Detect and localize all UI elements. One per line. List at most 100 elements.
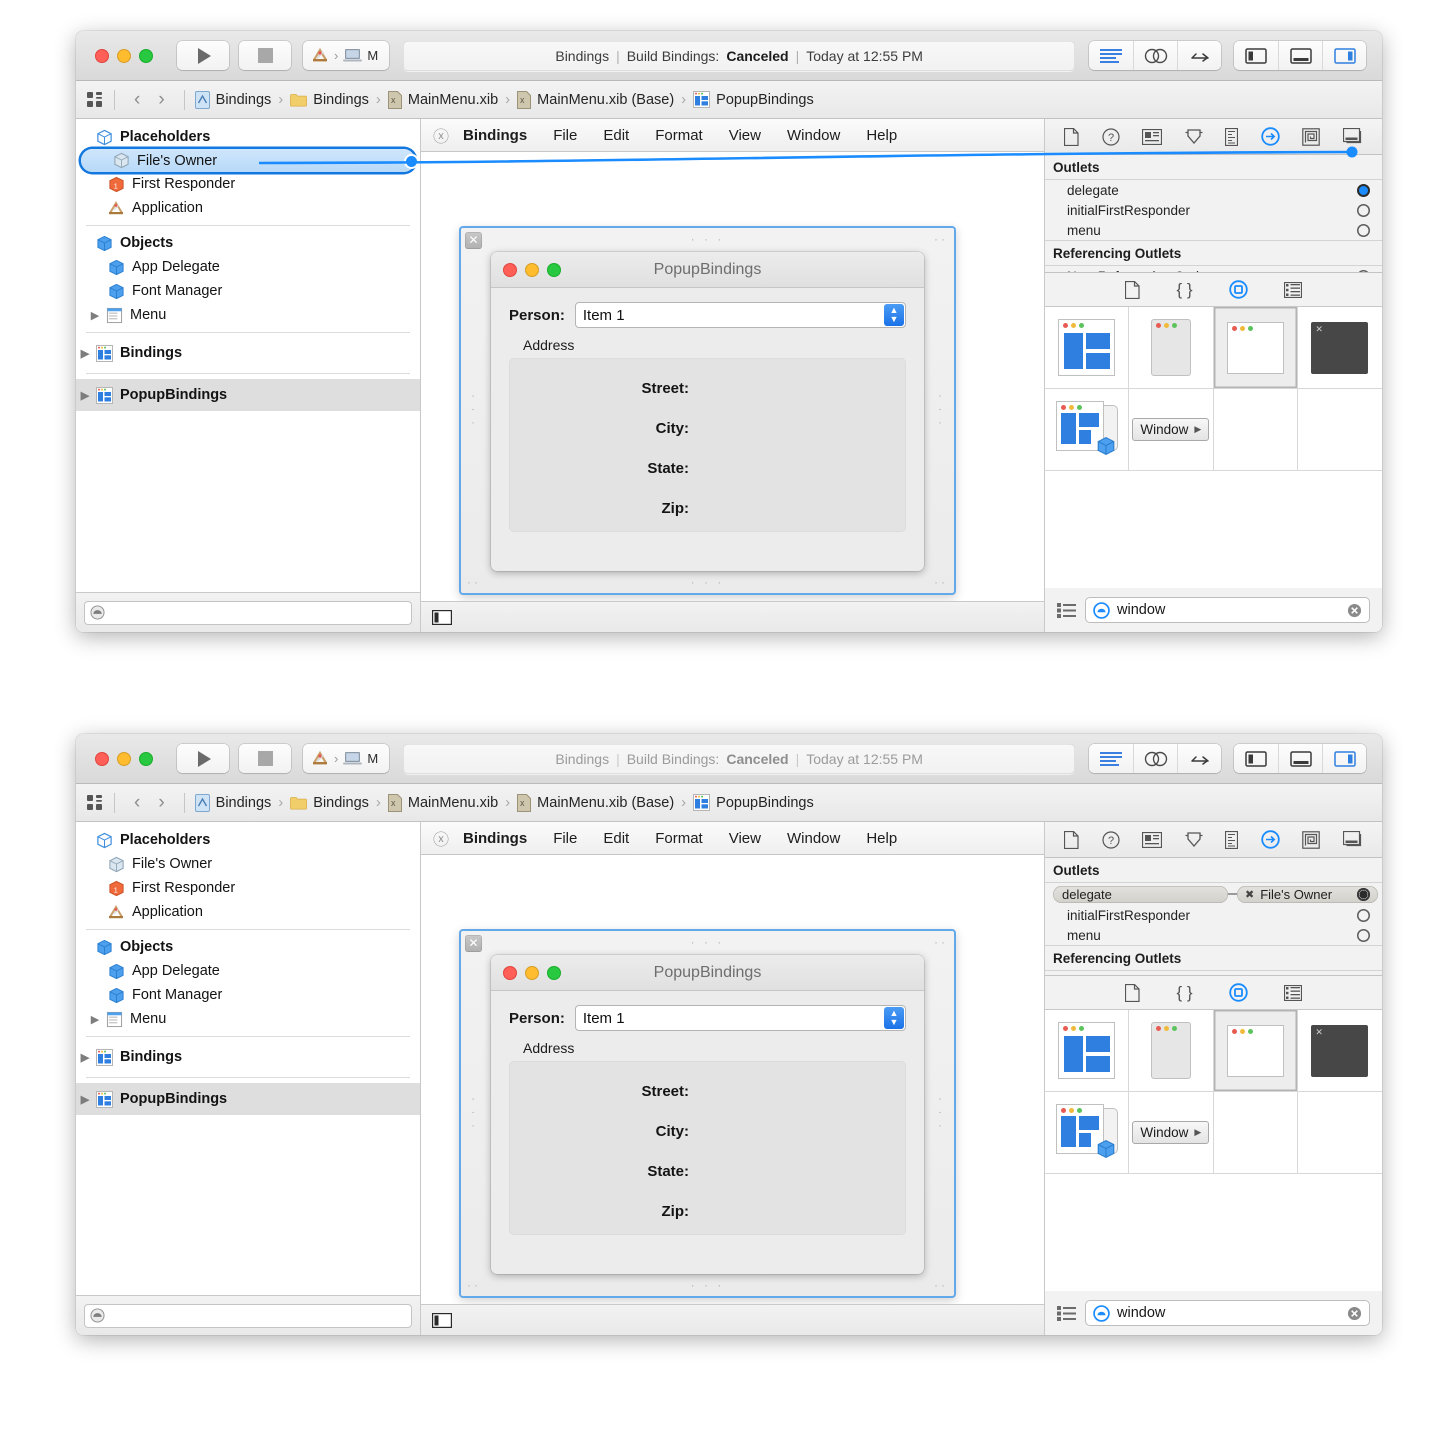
outline-item-files-owner[interactable]: File's Owner xyxy=(81,149,417,172)
outline-item-menu[interactable]: ▶ Menu xyxy=(76,1007,420,1031)
related-items-icon[interactable] xyxy=(86,91,104,109)
library-item-window[interactable] xyxy=(1213,307,1298,389)
outline-item-font-manager[interactable]: Font Manager xyxy=(76,279,420,303)
outline-item-bindings-scene[interactable]: ▶ Bindings xyxy=(76,338,420,368)
person-popup-button[interactable]: Item 1 ▲ ▼ xyxy=(574,1005,906,1031)
outline-item-popupbindings-scene[interactable]: ▶ PopupBindings xyxy=(76,379,420,411)
nswindow-preview[interactable]: PopupBindings Person: Item 1 ▲▼ Address xyxy=(491,955,924,1274)
object-library-icon[interactable] xyxy=(1228,280,1248,299)
library-item-view-controller[interactable] xyxy=(1045,307,1130,389)
media-library-icon[interactable] xyxy=(1283,281,1302,298)
standard-editor-button[interactable] xyxy=(1089,744,1133,773)
outline-item-app-delegate[interactable]: App Delegate xyxy=(76,255,420,279)
breadcrumb-item-xib[interactable]: x MainMenu.xib xyxy=(387,90,498,109)
size-inspector-icon[interactable] xyxy=(1225,127,1239,146)
menu-item-file[interactable]: File xyxy=(553,830,577,847)
outlet-name-pill[interactable]: delegate xyxy=(1053,885,1228,903)
assistant-editor-button[interactable] xyxy=(1133,744,1177,773)
file-inspector-icon[interactable] xyxy=(1064,830,1079,849)
nav-forward-button[interactable]: › xyxy=(149,792,173,814)
assistant-editor-button[interactable] xyxy=(1133,41,1177,70)
size-inspector-icon[interactable] xyxy=(1225,830,1239,849)
outline-item-font-manager[interactable]: Font Manager xyxy=(76,983,420,1007)
identity-inspector-icon[interactable] xyxy=(1142,831,1163,848)
canvas-object-close-icon[interactable]: ✕ xyxy=(465,935,482,952)
disclosure-triangle-icon[interactable]: ▶ xyxy=(76,1093,94,1106)
outline-item-application[interactable]: Application xyxy=(76,900,420,924)
connection-well[interactable] xyxy=(1357,183,1370,197)
breadcrumb-item-object[interactable]: PopupBindings xyxy=(693,91,814,108)
outline-item-menu[interactable]: ▶ Menu xyxy=(76,303,420,327)
list-view-icon[interactable] xyxy=(1057,602,1076,619)
menu-item-bindings[interactable]: Bindings xyxy=(463,830,527,847)
toggle-utilities-button[interactable] xyxy=(1322,744,1366,773)
library-search-field[interactable]: window xyxy=(1085,597,1370,623)
outline-item-files-owner[interactable]: File's Owner xyxy=(76,852,420,876)
object-library-icon[interactable] xyxy=(1228,983,1248,1002)
canvas-surface[interactable]: ✕ · · · · · · · · · · · · ·· ·· ·· Popup… xyxy=(421,152,1044,601)
disclosure-triangle-icon[interactable]: ▶ xyxy=(86,309,104,322)
outline-item-first-responder[interactable]: 1 First Responder xyxy=(76,172,420,196)
toggle-navigator-button[interactable] xyxy=(1234,41,1278,70)
toggle-navigator-button[interactable] xyxy=(1234,744,1278,773)
toggle-debug-button[interactable] xyxy=(1278,744,1322,773)
library-item-window-controller[interactable] xyxy=(1045,1092,1130,1174)
identity-inspector-icon[interactable] xyxy=(1142,128,1163,145)
connection-drag-handle[interactable] xyxy=(406,156,417,167)
clear-search-icon[interactable] xyxy=(1347,1306,1362,1321)
disclosure-triangle-icon[interactable]: ▶ xyxy=(76,389,94,402)
outlet-row-initialFirstResponder[interactable]: initialFirstResponder xyxy=(1045,200,1382,220)
outlet-disconnect-icon[interactable]: ✖ xyxy=(1245,888,1254,901)
breadcrumb-item-project[interactable]: Bindings xyxy=(194,90,271,109)
menu-item-view[interactable]: View xyxy=(729,127,761,144)
quick-help-icon[interactable]: ? xyxy=(1102,830,1120,849)
library-item-view-controller[interactable] xyxy=(1045,1010,1130,1092)
library-item-panel[interactable] xyxy=(1129,1010,1214,1092)
version-editor-button[interactable] xyxy=(1177,41,1221,70)
code-snippet-library-icon[interactable]: { } xyxy=(1176,983,1192,1003)
library-item-window-menu[interactable]: Window ▶ xyxy=(1129,389,1214,471)
bindings-inspector-icon[interactable] xyxy=(1302,127,1321,146)
outlet-row-menu[interactable]: menu xyxy=(1045,220,1382,240)
canvas-close-icon[interactable]: ⓧ xyxy=(433,123,449,147)
media-library-icon[interactable] xyxy=(1283,984,1302,1001)
close-button[interactable] xyxy=(95,751,109,766)
menu-item-format[interactable]: Format xyxy=(655,830,703,847)
breadcrumb-item-folder[interactable]: Bindings xyxy=(290,795,369,811)
disclosure-triangle-icon[interactable]: ▶ xyxy=(86,1013,104,1026)
clear-search-icon[interactable] xyxy=(1347,603,1362,618)
connection-well[interactable] xyxy=(1357,887,1370,901)
list-view-icon[interactable] xyxy=(1057,1305,1076,1322)
library-item-window-controller[interactable] xyxy=(1045,389,1130,471)
bindings-inspector-icon[interactable] xyxy=(1302,830,1321,849)
breadcrumb-item-xib-base[interactable]: x MainMenu.xib (Base) xyxy=(517,90,674,109)
library-search-field[interactable]: window xyxy=(1085,1300,1370,1326)
connection-well[interactable] xyxy=(1357,909,1370,922)
version-editor-button[interactable] xyxy=(1177,744,1221,773)
outlet-row-menu[interactable]: menu xyxy=(1045,925,1382,945)
outline-filter-field[interactable] xyxy=(84,1303,412,1328)
canvas-surface[interactable]: ✕ · · · · · · · · · · · · ·· ·· ·· Popup… xyxy=(421,855,1044,1304)
quick-help-icon[interactable]: ? xyxy=(1102,127,1120,146)
document-outline-toggle-icon[interactable] xyxy=(432,609,452,625)
menu-item-help[interactable]: Help xyxy=(866,830,897,847)
toggle-debug-button[interactable] xyxy=(1278,41,1322,70)
outlet-row-delegate[interactable]: delegate xyxy=(1045,180,1382,200)
connections-inspector-icon[interactable] xyxy=(1261,830,1280,849)
breadcrumb-item-object[interactable]: PopupBindings xyxy=(693,794,814,811)
menu-item-edit[interactable]: Edit xyxy=(603,830,629,847)
breadcrumb-item-folder[interactable]: Bindings xyxy=(290,92,369,108)
ib-window-frame[interactable]: ✕ · · · · · · · · · · · · ·· ·· ·· Popup… xyxy=(459,226,956,595)
toggle-utilities-button[interactable] xyxy=(1322,41,1366,70)
library-item-panel[interactable] xyxy=(1129,307,1214,389)
menu-item-file[interactable]: File xyxy=(553,127,577,144)
effects-inspector-icon[interactable] xyxy=(1342,128,1363,145)
menu-item-help[interactable]: Help xyxy=(866,127,897,144)
outline-item-app-delegate[interactable]: App Delegate xyxy=(76,959,420,983)
outline-item-first-responder[interactable]: 1 First Responder xyxy=(76,876,420,900)
menu-item-bindings[interactable]: Bindings xyxy=(463,127,527,144)
effects-inspector-icon[interactable] xyxy=(1342,831,1363,848)
library-item-dark-window[interactable]: ✕ xyxy=(1297,1010,1382,1092)
outline-item-popupbindings-scene[interactable]: ▶ PopupBindings xyxy=(76,1083,420,1115)
outline-filter-field[interactable] xyxy=(84,600,412,625)
